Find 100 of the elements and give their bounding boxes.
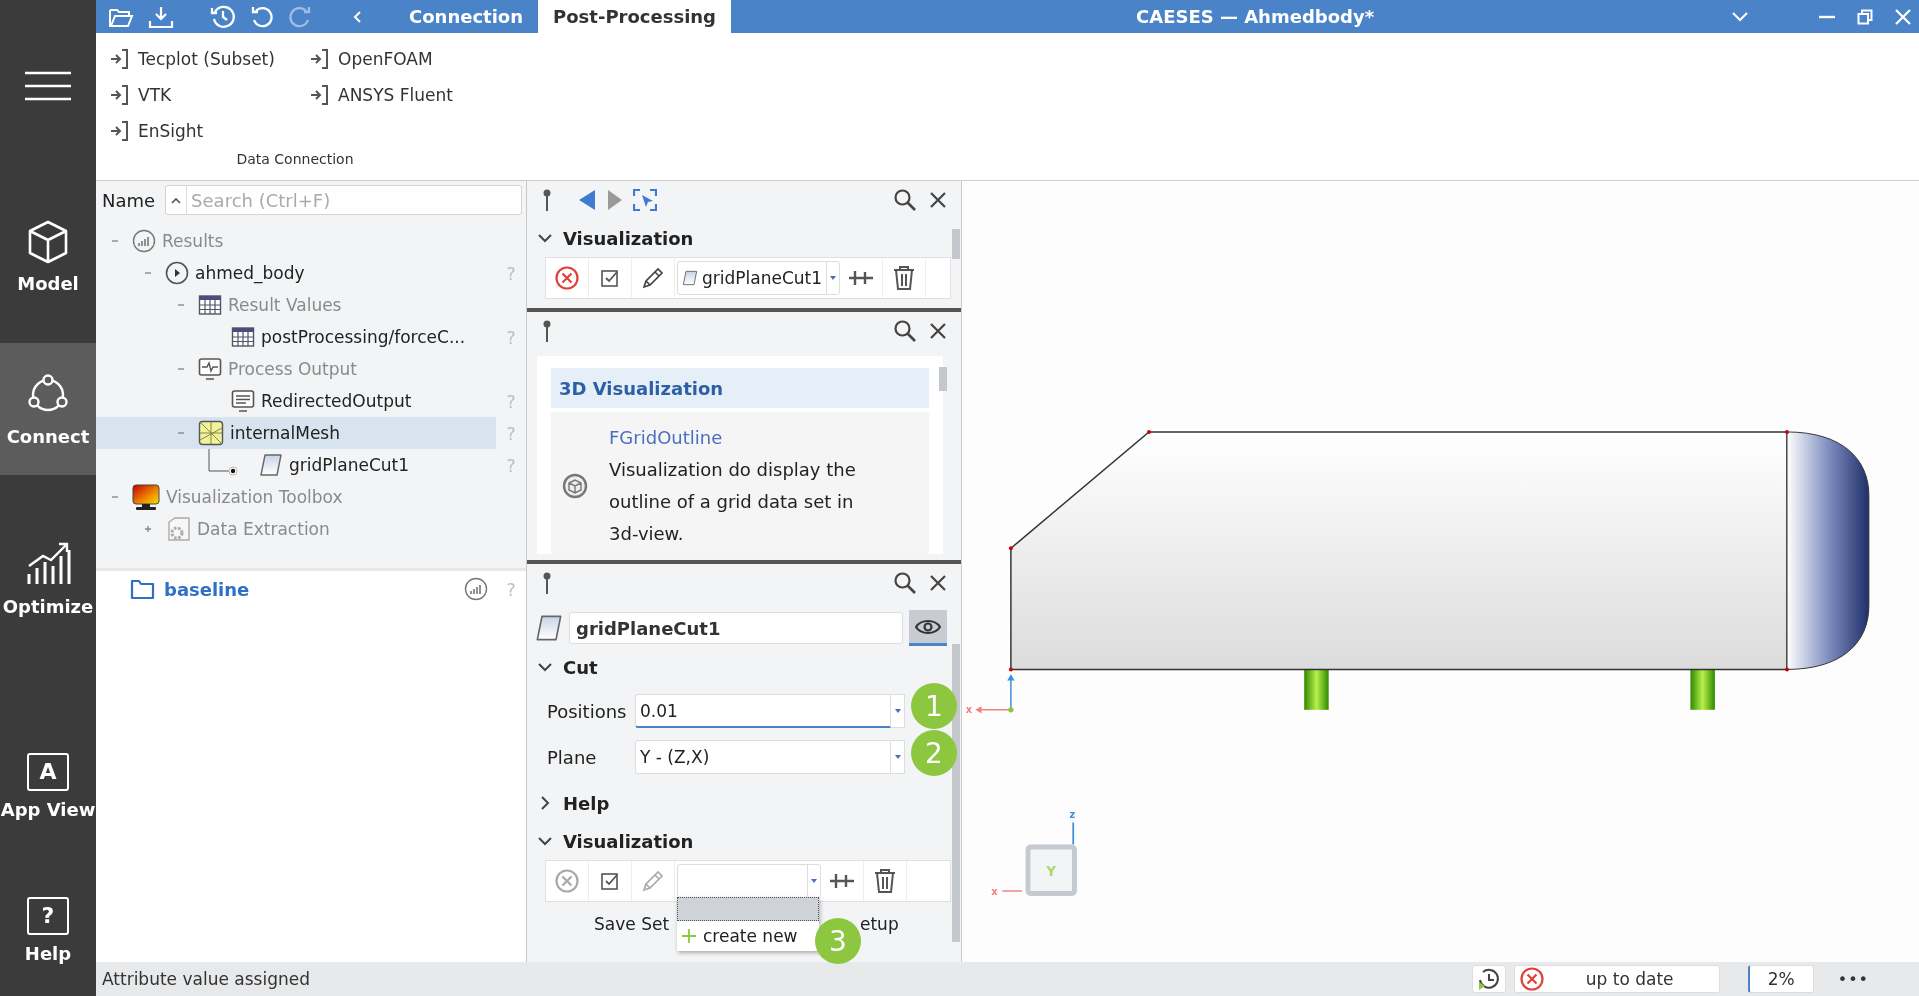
group-label: Data Connection	[236, 151, 354, 167]
tree-item[interactable]: postProcessing/forceC...	[96, 321, 496, 353]
section-title[interactable]: Visualization	[563, 227, 694, 249]
dropdown-button[interactable]	[891, 694, 905, 728]
tab[interactable]: Connection	[394, 0, 539, 33]
pin-icon[interactable]	[541, 319, 553, 343]
fit-selection-icon[interactable]	[633, 189, 657, 211]
checkbox-icon[interactable]	[600, 268, 620, 288]
nav-item[interactable]: Optimize	[0, 512, 96, 644]
search-icon[interactable]	[893, 571, 917, 595]
close-icon[interactable]	[929, 574, 947, 592]
chevron-left-icon[interactable]	[352, 9, 364, 24]
trash-icon[interactable]	[892, 265, 917, 291]
history-icon[interactable]	[210, 3, 236, 30]
caret-icon[interactable]	[810, 878, 818, 884]
error-icon[interactable]	[1518, 966, 1545, 992]
clock-icon	[1476, 967, 1501, 991]
item-label: Visualization Toolbox	[166, 487, 343, 507]
update-status[interactable]: up to date	[1513, 965, 1720, 993]
import-button[interactable]: EnSight	[110, 113, 310, 149]
item-label: internalMesh	[230, 423, 340, 443]
axis-label: z	[1069, 808, 1076, 820]
item-label: Results	[162, 231, 224, 251]
error-icon[interactable]	[554, 868, 580, 894]
sort-icon[interactable]	[171, 196, 182, 204]
import-button[interactable]: ANSYS Fluent	[310, 77, 480, 113]
import-icon	[310, 84, 330, 106]
checkbox-icon[interactable]	[600, 871, 620, 891]
pin-icon[interactable]	[541, 571, 553, 595]
nav-item[interactable]: ? Help	[0, 864, 96, 996]
scrollbar[interactable]	[952, 644, 960, 942]
more-button[interactable]: •••	[1837, 969, 1869, 989]
eye-icon	[915, 618, 941, 635]
input-field[interactable]: Y - (Z,X)	[635, 740, 891, 774]
scrollbar[interactable]	[952, 229, 960, 259]
import-icon	[310, 48, 330, 70]
download-icon[interactable]	[148, 4, 174, 29]
forward-icon[interactable]	[607, 189, 623, 211]
folder-icon	[130, 578, 156, 600]
section-title[interactable]: Help	[563, 792, 610, 814]
nav-label: App View	[0, 798, 96, 820]
item-label: gridPlaneCut1	[289, 455, 410, 475]
tree-item[interactable]: internalMesh	[96, 417, 496, 449]
import-button[interactable]: Tecplot (Subset)	[110, 41, 310, 77]
nav-item[interactable]: A App View	[0, 720, 96, 852]
dropdown-button[interactable]	[891, 740, 905, 774]
import-button[interactable]: VTK	[110, 77, 310, 113]
monitor-icon	[198, 357, 222, 381]
name-field[interactable]: gridPlaneCut1	[569, 612, 903, 644]
menu-item[interactable]	[677, 897, 819, 921]
tree-item[interactable]: RedirectedOutput	[96, 385, 496, 417]
add-icon[interactable]	[829, 871, 855, 891]
nav-label: Help	[24, 942, 72, 964]
caret-icon[interactable]	[829, 275, 838, 281]
plane-icon	[259, 453, 283, 477]
progress-field: 2%	[1747, 965, 1814, 993]
axis-label: x	[991, 885, 998, 897]
undo-icon[interactable]	[250, 4, 274, 29]
import-icon	[110, 120, 130, 142]
axis-triad	[975, 674, 1015, 714]
project-label[interactable]: baseline	[164, 578, 456, 600]
visibility-toggle[interactable]	[909, 610, 947, 646]
import-icon	[110, 48, 130, 70]
minimize-icon[interactable]	[1819, 14, 1835, 19]
error-icon[interactable]	[554, 265, 580, 291]
section-title[interactable]: Cut	[563, 656, 598, 678]
trash-icon[interactable]	[873, 868, 897, 894]
add-icon[interactable]	[848, 268, 875, 288]
ahmed-body-drawing[interactable]	[1008, 430, 1870, 710]
item-label: postProcessing/forceC...	[261, 327, 466, 347]
nav-item[interactable]: Connect	[0, 343, 96, 475]
search-icon[interactable]	[893, 319, 917, 343]
caret-icon[interactable]	[893, 754, 902, 760]
history-button[interactable]	[1471, 965, 1506, 993]
restore-icon[interactable]	[1857, 8, 1873, 25]
column-header[interactable]: Name	[102, 189, 156, 211]
close-icon[interactable]	[929, 322, 947, 340]
back-icon[interactable]	[577, 189, 597, 211]
search-icon[interactable]	[893, 188, 917, 212]
plus-icon	[681, 928, 697, 944]
chevron-down-icon[interactable]	[1731, 10, 1749, 23]
pin-icon[interactable]	[541, 188, 553, 212]
nav-item[interactable]: Model	[0, 190, 96, 322]
caret-icon[interactable]	[893, 708, 902, 714]
mesh-icon	[198, 420, 224, 446]
dropdown[interactable]: gridPlaneCut1	[677, 261, 841, 295]
pencil-icon[interactable]	[640, 265, 666, 291]
input-field[interactable]: 0.01	[635, 694, 891, 728]
tree-item[interactable]: ahmed_body	[96, 257, 496, 289]
help-link[interactable]: FGridOutline	[609, 427, 723, 448]
tab[interactable]: Post-Processing	[538, 0, 731, 33]
close-icon[interactable]	[929, 191, 947, 209]
import-button[interactable]: OpenFOAM	[310, 41, 480, 77]
table-icon	[231, 326, 255, 348]
menu-icon[interactable]	[24, 70, 72, 102]
import-icon	[110, 84, 130, 106]
section-title[interactable]: Visualization	[563, 830, 694, 852]
setup-button[interactable]: etup	[860, 914, 899, 934]
tree-item[interactable]: gridPlaneCut1	[96, 449, 496, 481]
scrollbar[interactable]	[939, 367, 947, 391]
